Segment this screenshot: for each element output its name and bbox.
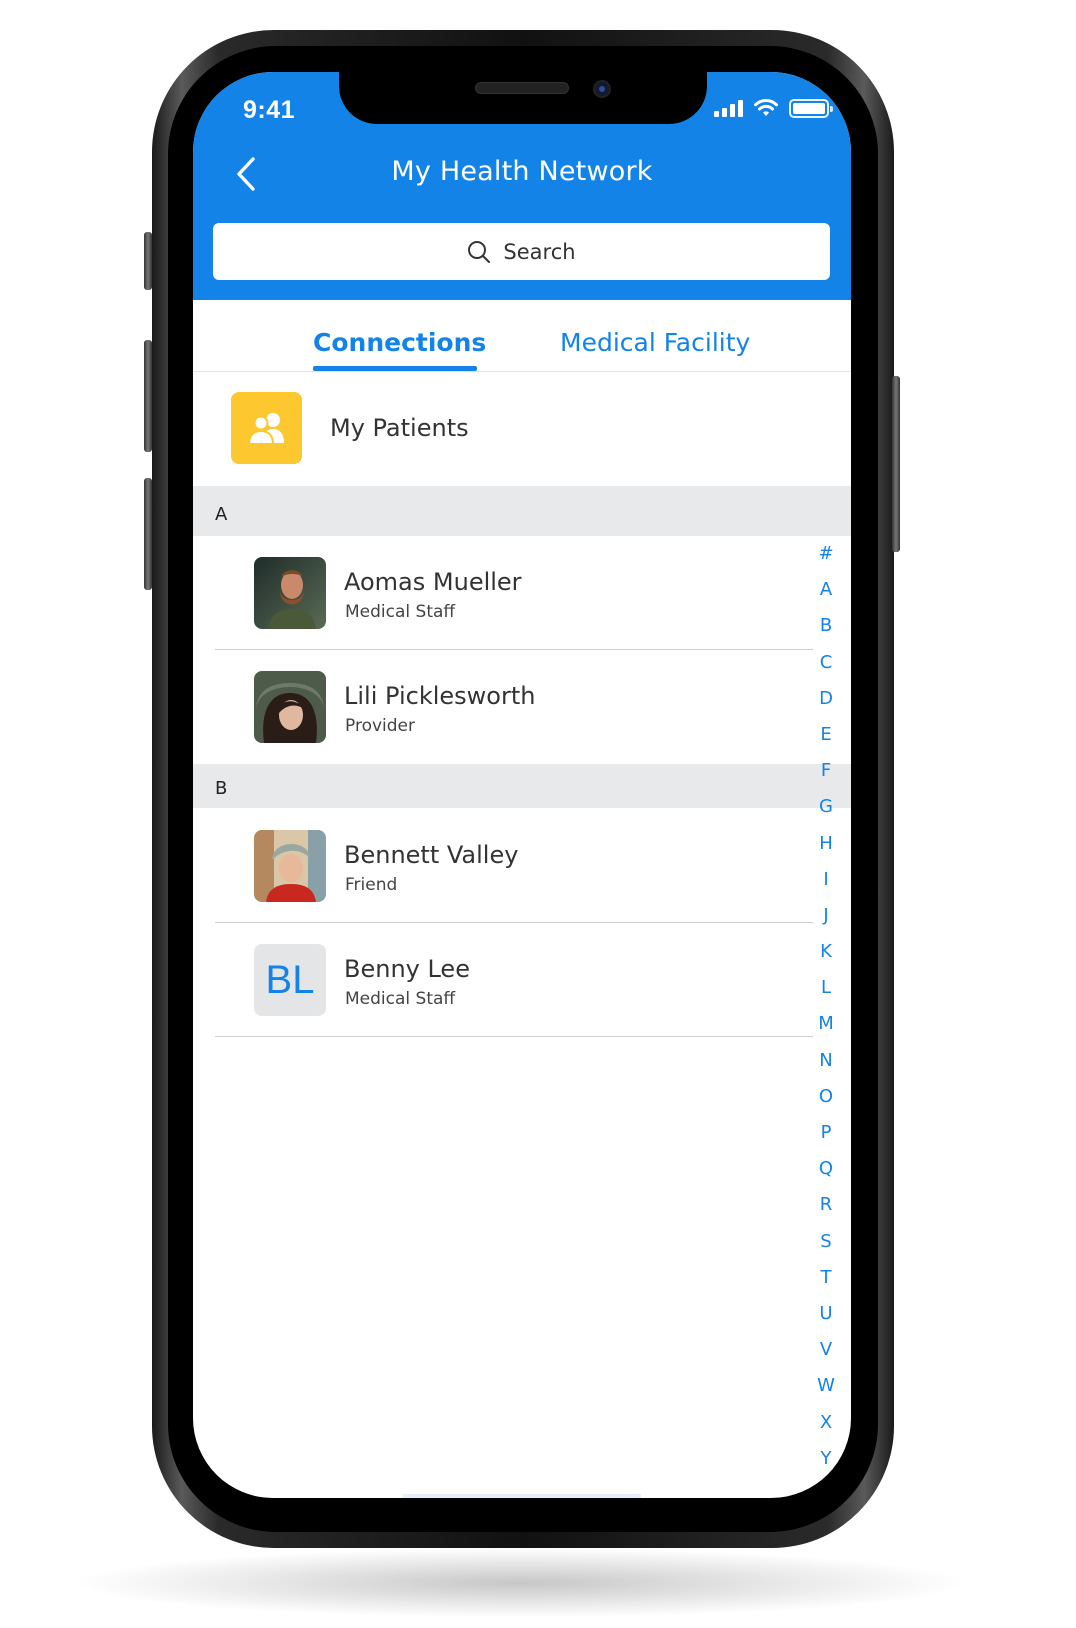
index-letter[interactable]: O	[815, 1079, 837, 1115]
index-letter[interactable]: R	[815, 1187, 837, 1223]
index-letter[interactable]: G	[815, 789, 837, 825]
index-letter[interactable]: M	[815, 1006, 837, 1042]
index-letter[interactable]: L	[815, 970, 837, 1006]
row-divider	[215, 1036, 813, 1037]
initials-avatar: BL	[254, 944, 326, 1016]
search-icon	[468, 240, 491, 263]
tab-medical-facility[interactable]: Medical Facility	[560, 328, 750, 357]
index-letter[interactable]: D	[815, 681, 837, 717]
contact-row[interactable]: BL Benny Lee Medical Staff	[193, 923, 813, 1037]
tab-connections[interactable]: Connections	[313, 328, 486, 357]
avatar	[254, 557, 326, 629]
index-letter[interactable]: K	[815, 934, 837, 970]
index-letter[interactable]: A	[815, 572, 837, 608]
index-letter[interactable]: H	[815, 826, 837, 862]
contact-role: Medical Staff	[345, 989, 456, 1009]
status-icons	[714, 96, 833, 120]
section-header-a: A	[193, 486, 851, 536]
contact-name: Bennett Valley	[344, 841, 519, 869]
index-letter[interactable]: X	[815, 1405, 837, 1441]
notch	[339, 72, 707, 124]
search-input[interactable]: Search	[213, 223, 830, 280]
index-letter[interactable]: T	[815, 1260, 837, 1296]
cellular-signal-icon	[714, 99, 743, 117]
my-patients-row[interactable]: My Patients	[193, 372, 851, 486]
home-indicator	[403, 1494, 641, 1498]
index-letter[interactable]: V	[815, 1332, 837, 1368]
contact-name: Aomas Mueller	[344, 568, 522, 596]
index-letter[interactable]: E	[815, 717, 837, 753]
section-header-b: B	[193, 764, 851, 808]
index-letter[interactable]: C	[815, 645, 837, 681]
battery-icon	[789, 98, 833, 118]
speaker-grille	[475, 82, 569, 94]
index-letter[interactable]: I	[815, 862, 837, 898]
page-title: My Health Network	[391, 156, 653, 187]
contact-role: Friend	[345, 875, 398, 895]
index-letter[interactable]: S	[815, 1224, 837, 1260]
header: 9:41 My Health Network Search	[193, 72, 851, 300]
section-letter: B	[215, 778, 228, 799]
avatar	[254, 671, 326, 743]
my-patients-icon-tile	[231, 392, 302, 464]
index-letter[interactable]: B	[815, 608, 837, 644]
index-letter[interactable]: J	[815, 898, 837, 934]
status-time: 9:41	[243, 96, 296, 124]
contact-row[interactable]: Aomas Mueller Medical Staff	[193, 536, 813, 650]
alphabet-index[interactable]: # A B C D E F G H I J K L M N O P Q R S …	[815, 536, 837, 1477]
contact-role: Medical Staff	[345, 602, 456, 622]
phone-shadow	[70, 1548, 970, 1618]
contact-name: Lili Picklesworth	[344, 682, 536, 710]
index-letter[interactable]: N	[815, 1043, 837, 1079]
index-letter[interactable]: U	[815, 1296, 837, 1332]
avatar	[254, 830, 326, 902]
search-placeholder: Search	[503, 239, 576, 264]
index-letter[interactable]: Q	[815, 1151, 837, 1187]
tab-bar: Connections Medical Facility	[193, 300, 851, 372]
mute-switch	[144, 232, 152, 290]
contact-role: Provider	[345, 716, 415, 736]
active-tab-indicator	[313, 366, 477, 371]
wifi-icon	[753, 98, 779, 118]
users-icon	[247, 413, 284, 445]
contact-row[interactable]: Lili Picklesworth Provider	[193, 650, 813, 764]
index-letter[interactable]: F	[815, 753, 837, 789]
section-letter: A	[215, 504, 228, 525]
index-letter[interactable]: P	[815, 1115, 837, 1151]
power-button	[892, 376, 900, 552]
index-letter[interactable]: Y	[815, 1441, 837, 1477]
contact-name: Benny Lee	[344, 955, 470, 983]
index-letter[interactable]: #	[815, 536, 837, 572]
contact-row[interactable]: Bennett Valley Friend	[193, 809, 813, 923]
index-letter[interactable]: W	[815, 1368, 837, 1404]
volume-down-button	[144, 478, 152, 590]
volume-up-button	[144, 340, 152, 452]
front-camera	[593, 80, 611, 98]
app-screen: 9:41 My Health Network Search Connection…	[193, 72, 851, 1498]
my-patients-label: My Patients	[330, 414, 469, 442]
